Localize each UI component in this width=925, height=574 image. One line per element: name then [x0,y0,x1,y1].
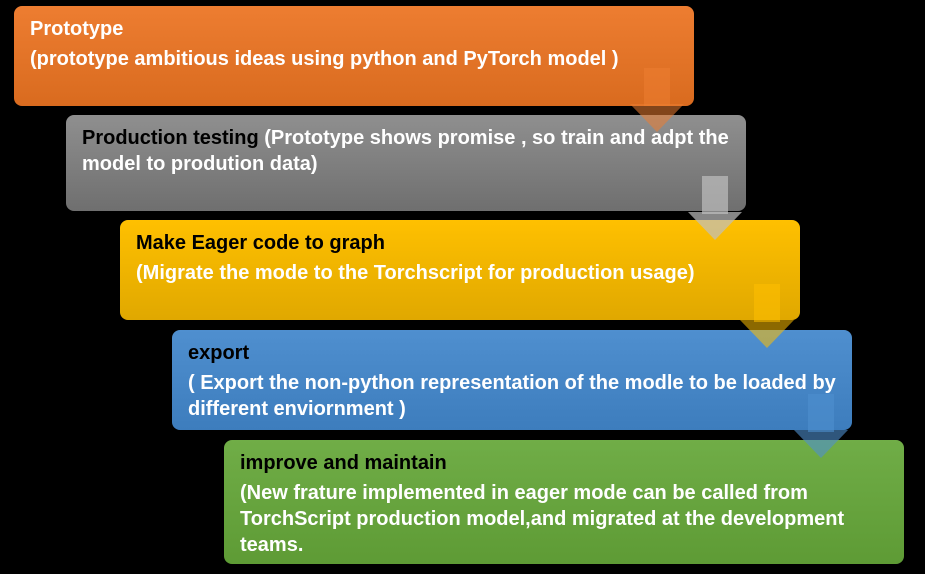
step-desc: (prototype ambitious ideas using python … [30,46,678,72]
arrow-down-icon [794,394,848,460]
step-desc: ( Export the non-python representation o… [188,370,836,422]
step-title: improve and maintain [240,450,888,476]
step-title: export [188,340,836,366]
arrow-down-icon [740,284,794,350]
step-desc: (Migrate the mode to the Torchscript for… [136,260,784,286]
step-title: Prototype [30,16,678,42]
step-title: Make Eager code to graph [136,230,784,256]
arrow-down-icon [630,68,684,134]
step-prototype: Prototype (prototype ambitious ideas usi… [14,6,694,106]
arrow-down-icon [688,176,742,242]
step-desc: (New frature implemented in eager mode c… [240,480,888,558]
step-title-text: Production testing [82,127,259,149]
